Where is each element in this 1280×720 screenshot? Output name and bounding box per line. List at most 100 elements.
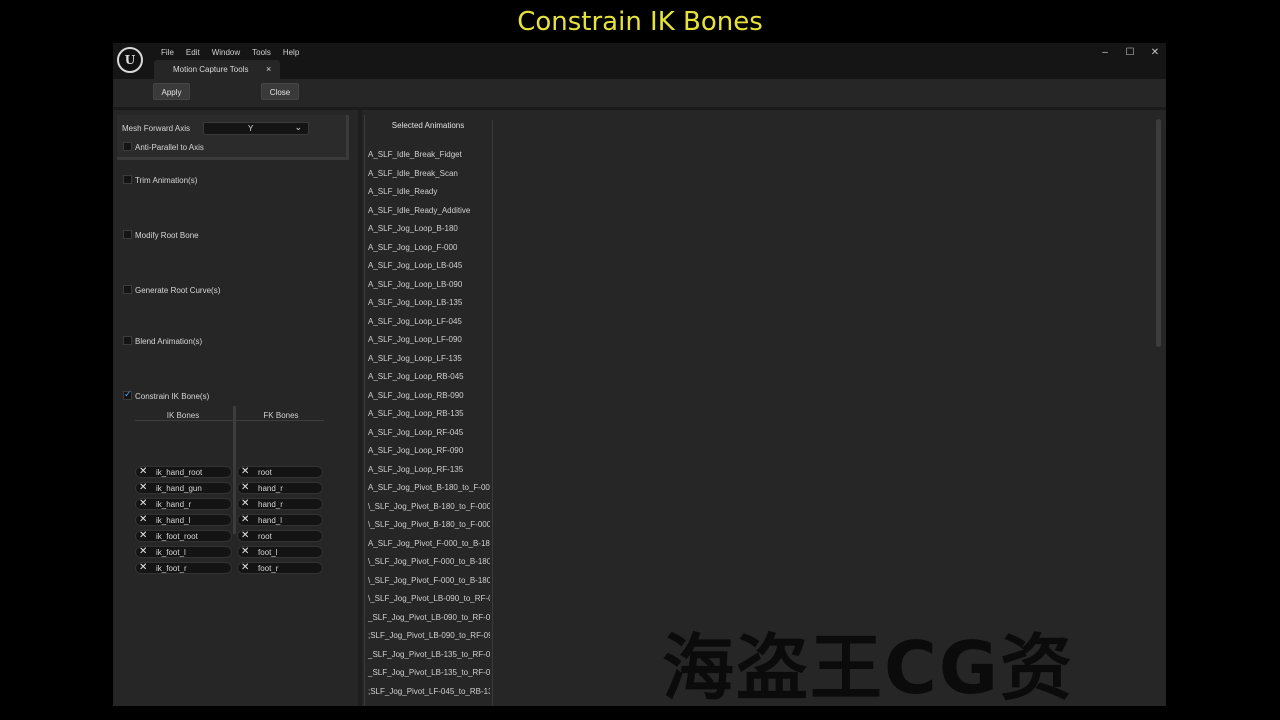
animation-list-item[interactable]: A_SLF_Jog_Loop_LF-045 (362, 313, 490, 332)
fk-bone-name: hand_l (258, 516, 283, 525)
animation-list-item[interactable]: A_SLF_Jog_Pivot_F-000_to_B-180 (362, 535, 490, 554)
remove-icon[interactable]: ✕ (139, 562, 147, 573)
menu-tools[interactable]: Tools (246, 46, 277, 60)
fk-header-underline (236, 420, 324, 421)
remove-icon[interactable]: ✕ (139, 514, 147, 525)
remove-icon[interactable]: ✕ (241, 482, 249, 493)
menu-file[interactable]: File (155, 46, 180, 60)
animation-list-item[interactable]: A_SLF_Jog_Loop_RF-090 (362, 442, 490, 461)
animation-list-item[interactable]: \_SLF_Jog_Pivot_B-180_to_F-000_l (362, 516, 490, 535)
fk-bone-row[interactable]: ✕ root (237, 530, 323, 542)
animation-list-item[interactable]: A_SLF_Jog_Loop_F-000 (362, 239, 490, 258)
animation-list-item[interactable]: A_SLF_Idle_Break_Fidget (362, 146, 490, 165)
motion-capture-tools-window: U File Edit Window Tools Help Motion Cap… (113, 43, 1166, 706)
mesh-forward-axis-value: Y (248, 124, 254, 133)
close-window-icon[interactable]: ✕ (1146, 46, 1164, 60)
generate-root-curves-label: Generate Root Curve(s) (135, 286, 221, 295)
remove-icon[interactable]: ✕ (241, 530, 249, 541)
modify-root-bone-checkbox[interactable] (123, 230, 132, 239)
unreal-logo-icon[interactable]: U (117, 47, 143, 73)
ik-bone-name: ik_foot_l (156, 548, 186, 557)
tab-label: Motion Capture Tools (173, 65, 249, 74)
apply-button[interactable]: Apply (153, 83, 190, 100)
remove-icon[interactable]: ✕ (139, 482, 147, 493)
fk-bone-row[interactable]: ✕ hand_l (237, 514, 323, 526)
ik-bone-row[interactable]: ✕ ik_hand_l (135, 514, 232, 526)
remove-icon[interactable]: ✕ (139, 498, 147, 509)
fk-bone-name: root (258, 532, 272, 541)
ik-bone-row[interactable]: ✕ ik_hand_root (135, 466, 232, 478)
chevron-down-icon: ⌄ (294, 122, 302, 132)
anti-parallel-label: Anti-Parallel to Axis (135, 143, 204, 152)
fk-bone-row[interactable]: ✕ foot_r (237, 562, 323, 574)
animation-list-item[interactable]: \_SLF_Jog_Pivot_F-000_to_B-180_l (362, 572, 490, 591)
ik-bone-row[interactable]: ✕ ik_hand_r (135, 498, 232, 510)
ik-bone-row[interactable]: ✕ ik_foot_l (135, 546, 232, 558)
vertical-scrollbar[interactable] (1156, 119, 1161, 347)
close-button[interactable]: Close (261, 83, 299, 100)
constrain-ik-bones-checkbox[interactable] (123, 389, 132, 400)
toolbar: Apply Close (113, 79, 1166, 107)
minimize-icon[interactable]: – (1096, 46, 1114, 60)
blend-animations-checkbox[interactable] (123, 336, 132, 345)
animation-list-item[interactable]: \_SLF_Jog_Pivot_B-180_to_F-000_l (362, 498, 490, 517)
fk-bone-name: root (258, 468, 272, 477)
fk-bone-name: hand_r (258, 484, 283, 493)
animation-list-item[interactable]: A_SLF_Idle_Break_Scan (362, 165, 490, 184)
maximize-icon[interactable]: ☐ (1121, 46, 1139, 60)
trim-animations-checkbox[interactable] (123, 175, 132, 184)
fk-bone-row[interactable]: ✕ foot_l (237, 546, 323, 558)
generate-root-curves-checkbox[interactable] (123, 285, 132, 294)
animation-list-item[interactable]: ;SLF_Jog_Pivot_LB-090_to_RF-090_ (362, 627, 490, 646)
animation-list-item[interactable]: A_SLF_Jog_Loop_RF-135 (362, 461, 490, 480)
ik-bone-name: ik_hand_gun (156, 484, 202, 493)
animation-list-item[interactable]: A_SLF_Jog_Loop_LB-045 (362, 257, 490, 276)
fk-bone-row[interactable]: ✕ root (237, 466, 323, 478)
animation-list-item[interactable]: A_SLF_Jog_Loop_RB-090 (362, 387, 490, 406)
animation-list-item[interactable]: A_SLF_Jog_Pivot_B-180_to_F-000 (362, 479, 490, 498)
fk-bone-row[interactable]: ✕ hand_r (237, 498, 323, 510)
ik-bone-row[interactable]: ✕ ik_hand_gun (135, 482, 232, 494)
fk-bone-row[interactable]: ✕ hand_r (237, 482, 323, 494)
ik-bone-name: ik_hand_root (156, 468, 203, 477)
tab-motion-capture-tools[interactable]: Motion Capture Tools × (154, 60, 280, 79)
ik-bone-row[interactable]: ✕ ik_foot_r (135, 562, 232, 574)
remove-icon[interactable]: ✕ (241, 562, 249, 573)
anti-parallel-checkbox[interactable] (123, 142, 132, 151)
remove-icon[interactable]: ✕ (139, 466, 147, 477)
ik-bone-row[interactable]: ✕ ik_foot_root (135, 530, 232, 542)
menu-edit[interactable]: Edit (180, 46, 206, 60)
remove-icon[interactable]: ✕ (139, 546, 147, 557)
animation-list-item[interactable]: \_SLF_Jog_Pivot_F-000_to_B-180_l (362, 553, 490, 572)
menu-window[interactable]: Window (206, 46, 246, 60)
remove-icon[interactable]: ✕ (241, 498, 249, 509)
remove-icon[interactable]: ✕ (241, 514, 249, 525)
animation-list-item[interactable]: A_SLF_Jog_Loop_LF-090 (362, 331, 490, 350)
animation-list-item[interactable]: A_SLF_Jog_Loop_RF-045 (362, 424, 490, 443)
menu-help[interactable]: Help (277, 46, 305, 60)
mesh-forward-axis-dropdown[interactable]: Y ⌄ (203, 122, 309, 135)
animation-list-item[interactable]: A_SLF_Idle_Ready_Additive (362, 202, 490, 221)
animation-list-item[interactable]: \_SLF_Jog_Pivot_LB-090_to_RF-09 (362, 590, 490, 609)
animation-list-item[interactable]: A_SLF_Jog_Loop_RB-045 (362, 368, 490, 387)
animation-list-item[interactable]: A_SLF_Jog_Loop_LB-135 (362, 294, 490, 313)
animations-panel: Selected Animations A_SLF_Idle_Break_Fid… (362, 110, 1166, 706)
animation-list-item[interactable]: ;SLF_Jog_Pivot_LF-045_to_RB-135 (362, 683, 490, 702)
trim-animations-label: Trim Animation(s) (135, 176, 198, 185)
fk-bone-name: hand_r (258, 500, 283, 509)
animation-list-item[interactable]: A_SLF_Jog_Loop_LB-090 (362, 276, 490, 295)
menu-bar: File Edit Window Tools Help (155, 46, 305, 60)
animation-list-item[interactable]: _SLF_Jog_Pivot_LB-135_to_RF-045 (362, 664, 490, 683)
settings-panel: Mesh Forward Axis Y ⌄ Anti-Parallel to A… (113, 110, 358, 706)
animation-list-item[interactable]: A_SLF_Idle_Ready (362, 183, 490, 202)
animation-list-item[interactable]: A_SLF_Jog_Loop_B-180 (362, 220, 490, 239)
ik-bone-name: ik_hand_l (156, 516, 191, 525)
animation-list-item[interactable]: A_SLF_Jog_Loop_LF-135 (362, 350, 490, 369)
remove-icon[interactable]: ✕ (139, 530, 147, 541)
tab-close-icon[interactable]: × (266, 64, 271, 74)
remove-icon[interactable]: ✕ (241, 546, 249, 557)
animation-list-item[interactable]: _SLF_Jog_Pivot_LB-090_to_RF-090 (362, 609, 490, 628)
remove-icon[interactable]: ✕ (241, 466, 249, 477)
animation-list-item[interactable]: A_SLF_Jog_Loop_RB-135 (362, 405, 490, 424)
animation-list-item[interactable]: _SLF_Jog_Pivot_LB-135_to_RF-045 (362, 646, 490, 665)
